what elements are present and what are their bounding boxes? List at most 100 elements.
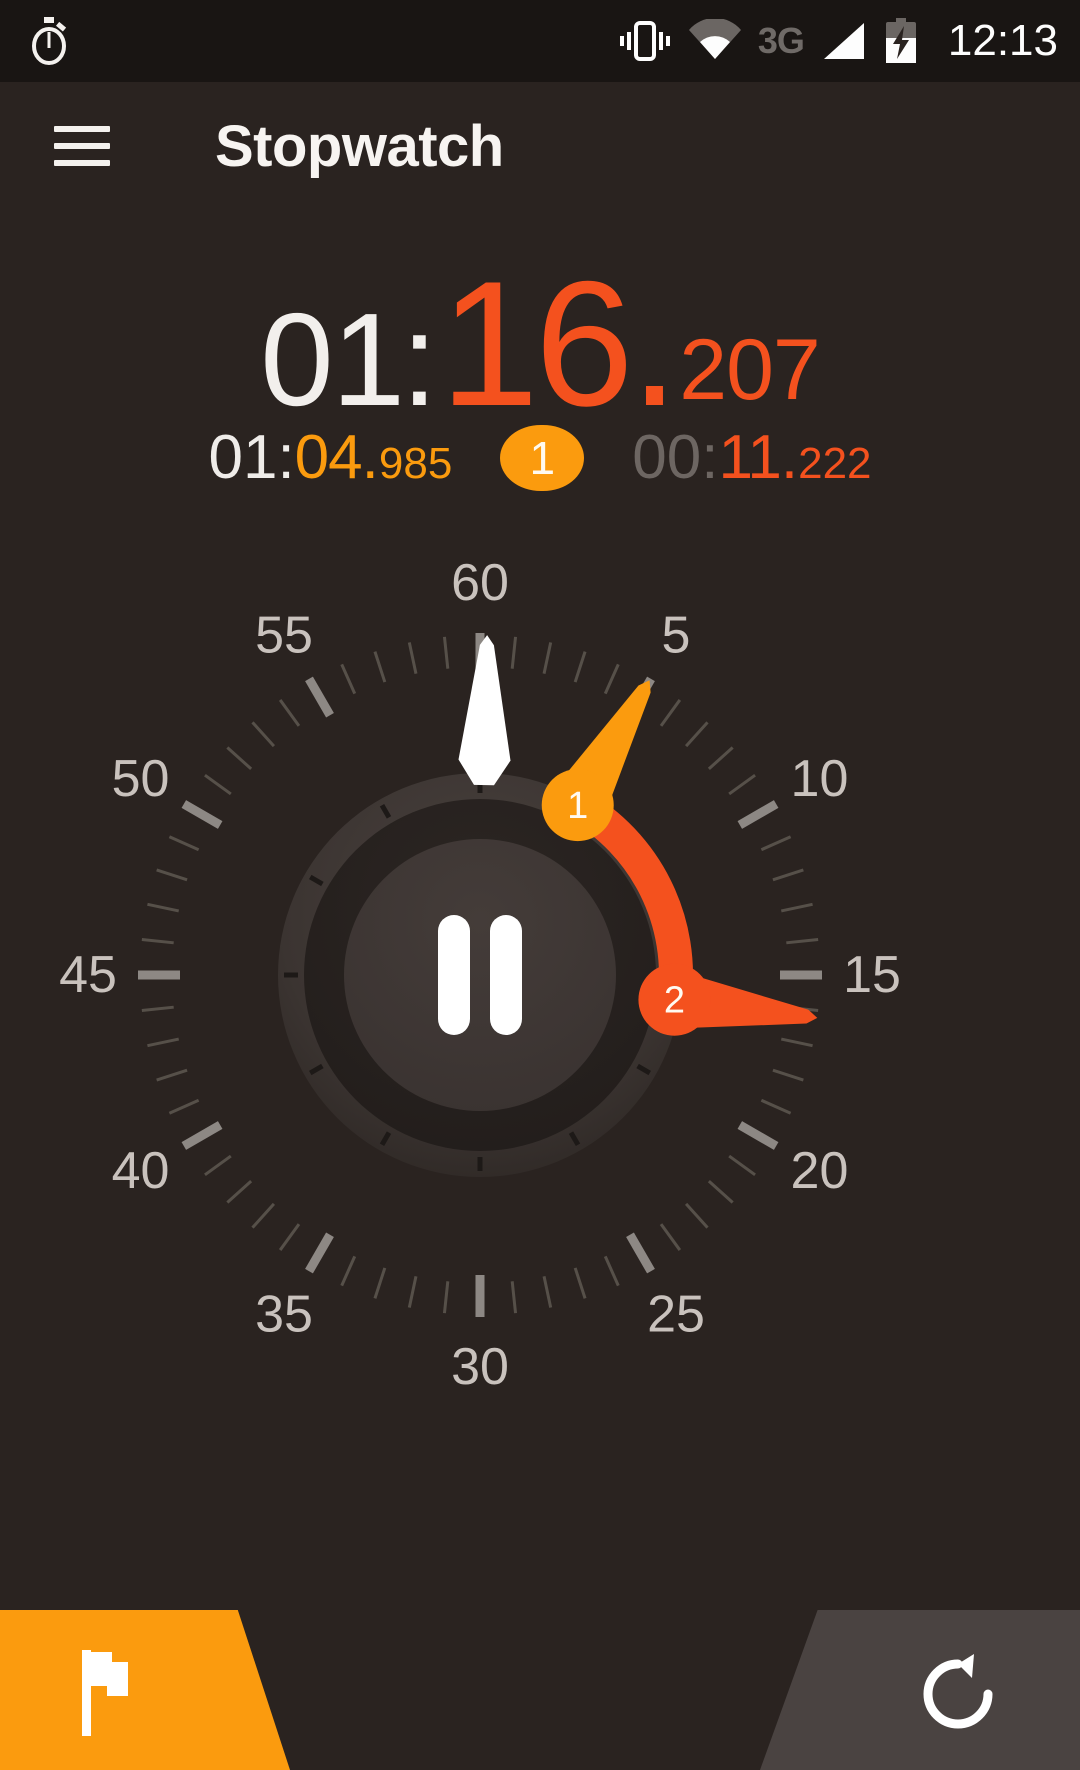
lap-marker-label: 1 (567, 785, 588, 827)
pause-icon-bar-right (490, 915, 522, 1035)
dial-minor-tick (251, 1202, 276, 1229)
dial-tick-label: 40 (112, 1142, 170, 1200)
dial-major-tick (737, 800, 779, 829)
dial-major-tick (737, 1121, 779, 1150)
main-time-millis: 207 (679, 322, 820, 418)
dial-minor-tick (226, 746, 253, 771)
reset-button[interactable] (760, 1610, 1080, 1770)
lap-split-decimal: . (780, 423, 799, 492)
dial-minor-tick (780, 902, 813, 913)
dial-minor-tick (772, 1068, 804, 1082)
flag-icon (82, 1650, 152, 1741)
dial-major-tick (305, 676, 334, 718)
dial-major-tick (626, 1232, 655, 1274)
main-time-separator: : (401, 286, 438, 433)
stopwatch-icon (26, 16, 72, 66)
dial-major-tick (305, 1232, 334, 1274)
dial-minor-tick (542, 642, 553, 675)
dial-minor-tick (168, 835, 200, 852)
dial-minor-tick (772, 868, 804, 882)
dial-tick-label: 20 (791, 1142, 849, 1200)
dial-minor-tick (542, 1275, 553, 1308)
dial-minor-tick (442, 636, 450, 669)
dial-minor-tick (659, 1223, 682, 1251)
stopwatch-screen: 3G 12:13 Stopwatch 01:16.207 01:04.985 1… (0, 0, 1080, 1770)
stopwatch-dial[interactable]: 60 5 10 15 20 25 30 35 40 45 50 55 1 2 (60, 560, 1020, 1390)
hamburger-menu-icon[interactable] (54, 115, 110, 177)
hamburger-bar (54, 143, 110, 149)
lap-split-seconds: 11 (718, 423, 782, 492)
dial-minor-tick (442, 1281, 450, 1314)
dial-minor-tick (168, 1098, 200, 1115)
dial-minor-tick (251, 721, 276, 748)
dial-minor-tick (510, 636, 518, 669)
lap-total-time: 01:04.985 (208, 427, 452, 489)
pause-icon-bar-left (438, 915, 470, 1035)
dial-tick-label: 30 (451, 1338, 509, 1390)
dial-minor-tick (603, 1255, 620, 1287)
dial-minor-tick (147, 902, 180, 913)
dial-minor-tick (156, 1068, 188, 1082)
dial-tick-label: 35 (255, 1285, 313, 1343)
dial-minor-tick (226, 1179, 253, 1204)
lap-total-minutes: 01 (208, 423, 278, 492)
dial-minor-tick (573, 651, 587, 683)
page-title: Stopwatch (215, 113, 504, 179)
dial-tick-label: 55 (255, 607, 313, 665)
dial-minor-tick (373, 1267, 387, 1299)
dial-minor-tick (510, 1281, 518, 1314)
main-time-seconds: 16 (439, 244, 634, 443)
dial-minor-tick (684, 1202, 709, 1229)
dial-major-tick (181, 800, 223, 829)
dial-minor-tick (278, 1223, 301, 1251)
dial-svg: 60 5 10 15 20 25 30 35 40 45 50 55 1 2 (60, 560, 901, 1390)
wifi-icon (688, 19, 742, 63)
dial-minor-tick (141, 937, 174, 945)
white-hand (458, 635, 511, 786)
signal-icon (820, 19, 868, 63)
dial-minor-tick (156, 868, 188, 882)
app-bar: Stopwatch (0, 82, 1080, 210)
dial-minor-tick (573, 1267, 587, 1299)
lap-number-badge[interactable]: 1 (500, 425, 585, 491)
status-bar: 3G 12:13 (0, 0, 1080, 82)
dial-minor-tick (340, 1255, 357, 1287)
hamburger-bar (54, 126, 110, 132)
dial-minor-tick (340, 663, 357, 695)
dial-minor-tick (760, 1098, 792, 1115)
dial-minor-tick (373, 651, 387, 683)
dial-minor-tick (407, 1275, 418, 1308)
dial-minor-tick (407, 642, 418, 675)
lap-split-minutes: 00 (632, 423, 702, 492)
dial-minor-tick (684, 721, 709, 748)
lap-summary-row: 01:04.985 1 00:11.222 (0, 425, 1080, 491)
main-time-display: 01:16.207 (0, 255, 1080, 433)
dial-tick-label: 50 (112, 750, 170, 808)
dial-minor-tick (780, 1037, 813, 1048)
dial-minor-tick (278, 699, 301, 727)
dial-minor-tick (760, 835, 792, 852)
dial-tick-label: 60 (451, 560, 509, 612)
dial-minor-tick (659, 699, 682, 727)
lap-split-separator: : (701, 423, 719, 492)
lap-total-seconds: 04 (294, 423, 363, 492)
dial-tick-label: 45 (60, 946, 117, 1004)
lap-split-time: 00:11.222 (632, 427, 871, 489)
reset-icon (916, 1648, 1000, 1739)
hand-needle (458, 635, 511, 786)
dial-tick-label: 25 (647, 1285, 705, 1343)
lap-split-millis: 222 (798, 439, 872, 488)
dial-minor-tick (204, 1154, 232, 1177)
lap-total-separator: : (277, 423, 295, 492)
dial-tick-label: 15 (843, 946, 901, 1004)
lap-total-millis: 985 (378, 439, 453, 488)
lap-button[interactable] (0, 1610, 290, 1770)
dial-minor-tick (141, 1005, 174, 1013)
main-time-decimal: . (629, 244, 680, 443)
hamburger-bar (54, 160, 110, 166)
dial-major-tick (181, 1121, 223, 1150)
battery-charging-icon (884, 18, 918, 64)
pause-button[interactable] (348, 843, 612, 1107)
lap-total-decimal: . (361, 423, 379, 492)
dial-tick-label: 10 (791, 750, 849, 808)
